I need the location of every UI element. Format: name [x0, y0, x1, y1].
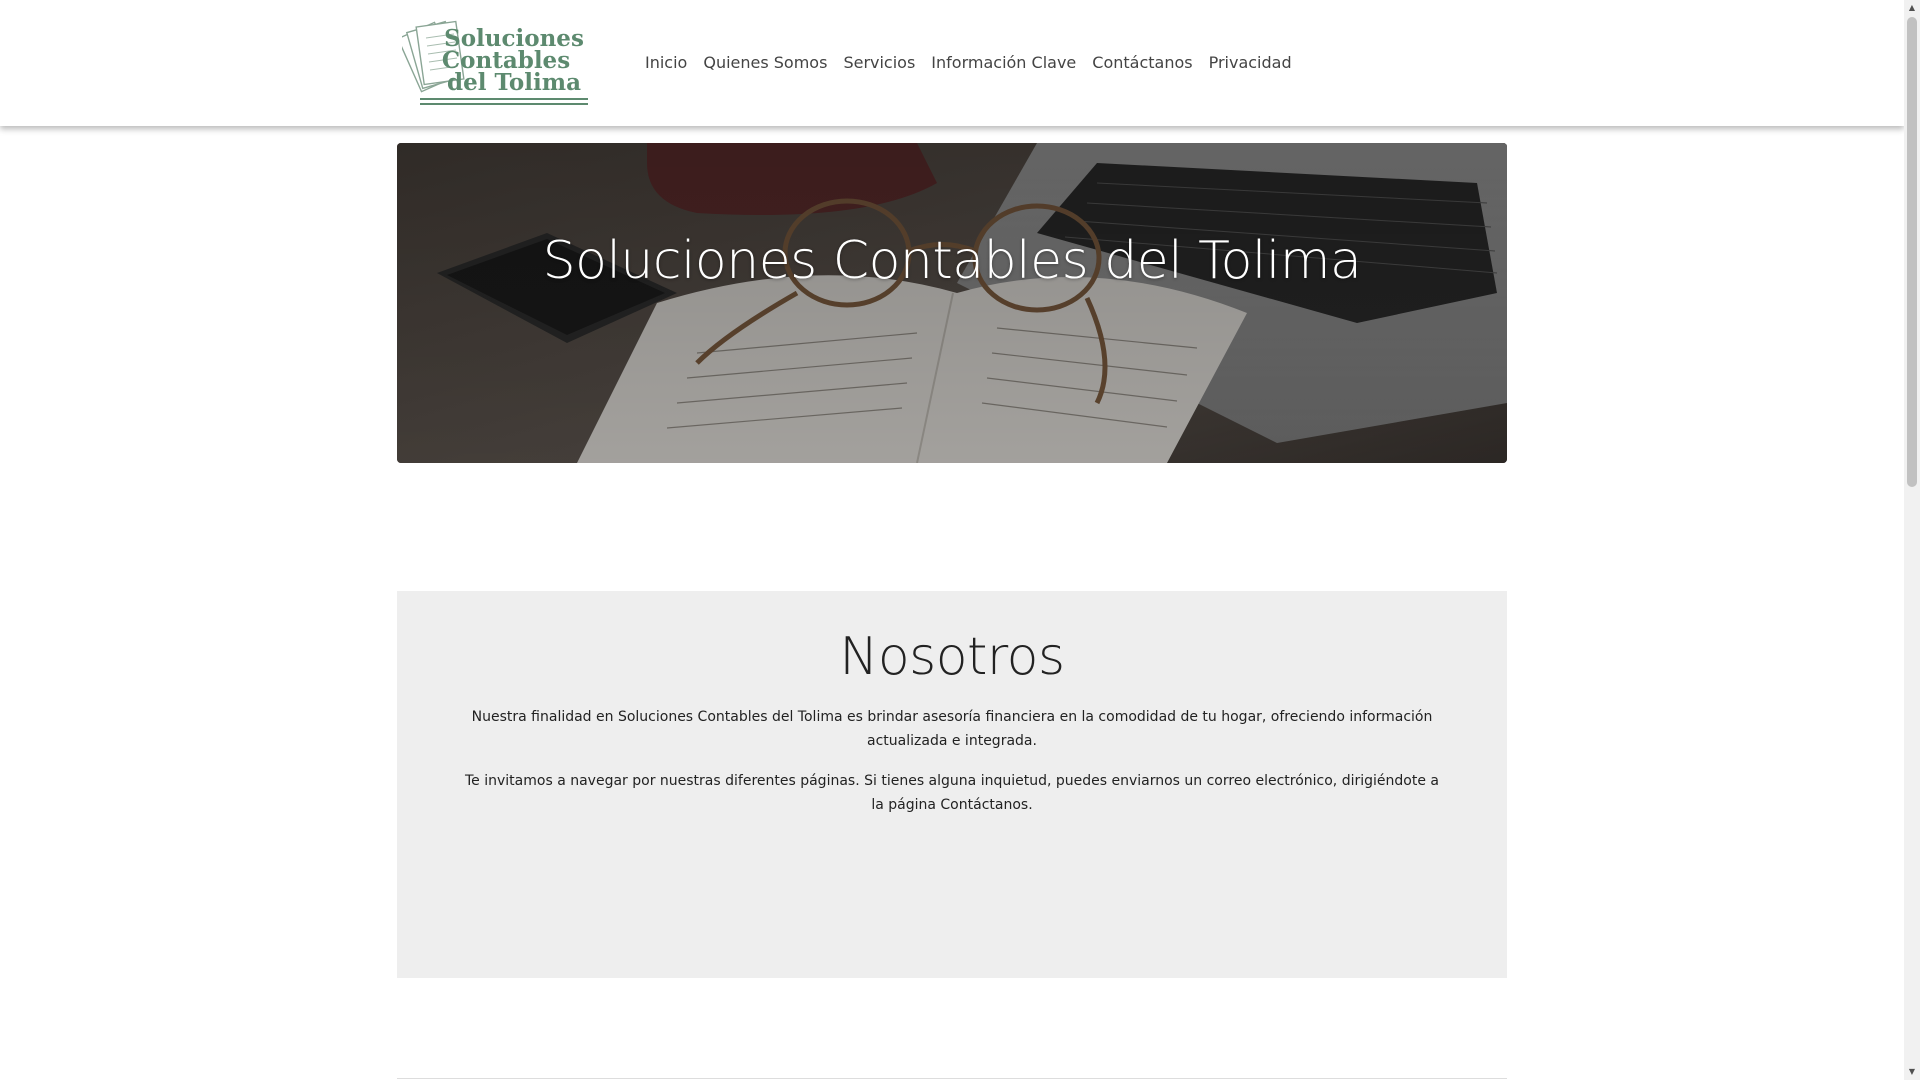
about-paragraph-2: Te invitamos a navegar por nuestras dife…: [465, 773, 1439, 813]
scroll-up-arrow-icon[interactable]: ▲: [1904, 0, 1920, 16]
scrollbar-thumb[interactable]: [1907, 17, 1917, 487]
page-scrollbar[interactable]: ▲ ▼: [1904, 0, 1920, 1080]
site-logo[interactable]: Soluciones Contables del Tolima: [402, 12, 592, 110]
site-header: Soluciones Contables del Tolima Inicio Q…: [0, 0, 1904, 126]
about-paragraph-1: Nuestra finalidad en Soluciones Contable…: [471, 709, 1433, 749]
logo-text-line3: del Tolima: [447, 69, 581, 96]
section-divider: [397, 1078, 1507, 1079]
hero-background-image: [397, 143, 1507, 463]
about-section: Nosotros Nuestra finalidad en Soluciones…: [397, 591, 1507, 978]
nav-item-informacion-clave[interactable]: Información Clave: [923, 50, 1084, 75]
nav-item-quienes-somos[interactable]: Quienes Somos: [695, 50, 835, 75]
hero-banner: Soluciones Contables del Tolima: [397, 143, 1507, 463]
nav-item-privacidad[interactable]: Privacidad: [1201, 50, 1300, 75]
logo-graphic: Soluciones Contables del Tolima: [402, 20, 588, 105]
hero-title: Soluciones Contables del Tolima: [542, 231, 1362, 291]
scroll-down-arrow-icon[interactable]: ▼: [1904, 1064, 1920, 1080]
page: Soluciones Contables del Tolima Inicio Q…: [0, 0, 1920, 1080]
nav-item-inicio[interactable]: Inicio: [637, 50, 695, 75]
about-title: Nosotros: [839, 627, 1065, 687]
about-text: Nuestra finalidad en Soluciones Contable…: [462, 705, 1442, 817]
nav-item-contactanos[interactable]: Contáctanos: [1084, 50, 1200, 75]
nav-item-servicios[interactable]: Servicios: [835, 50, 923, 75]
main-nav: Inicio Quienes Somos Servicios Informaci…: [637, 50, 1300, 75]
